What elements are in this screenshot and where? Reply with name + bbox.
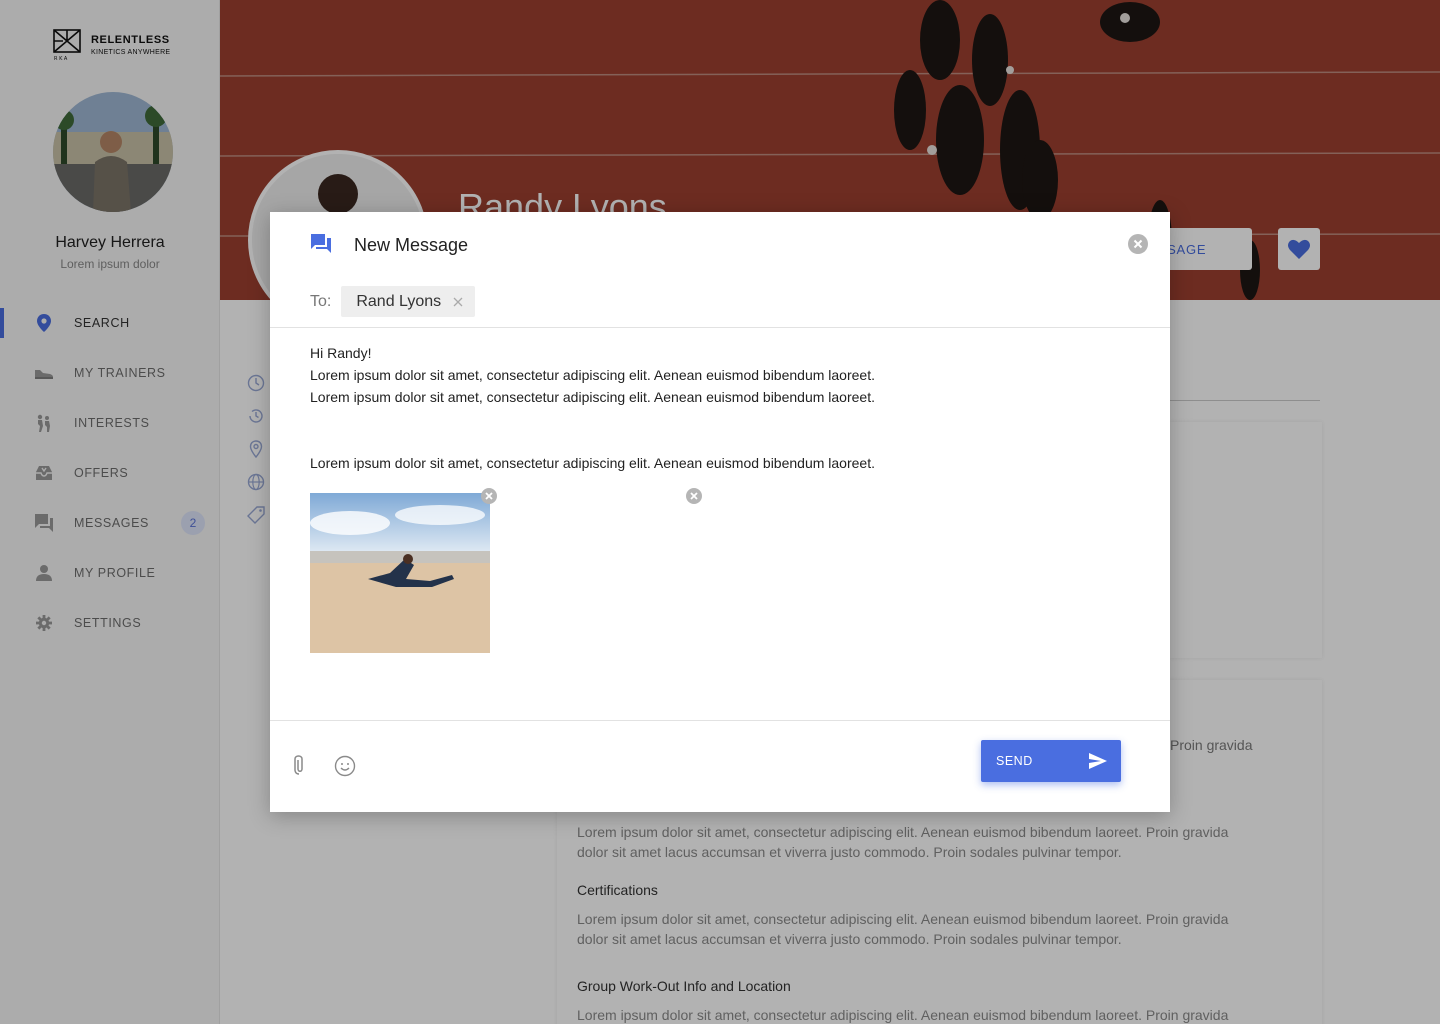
message-line: Lorem ipsum dolor sit amet, consectetur … — [310, 367, 875, 383]
send-button[interactable]: SEND — [981, 740, 1121, 782]
send-arrow-icon — [1089, 753, 1107, 769]
paperclip-icon[interactable] — [291, 753, 313, 777]
message-line: Lorem ipsum dolor sit amet, consectetur … — [310, 455, 875, 471]
close-icon[interactable] — [1128, 234, 1148, 254]
message-body[interactable]: Hi Randy! Lorem ipsum dolor sit amet, co… — [310, 342, 1130, 408]
dialog-title: New Message — [354, 235, 469, 255]
message-body-continued[interactable]: Lorem ipsum dolor sit amet, consectetur … — [310, 452, 1130, 474]
header-divider — [270, 327, 1170, 328]
dialog-header: New Message — [270, 212, 1170, 278]
to-label: To: — [310, 292, 332, 310]
recipient-name: Rand Lyons — [356, 292, 442, 310]
remove-recipient-icon[interactable] — [453, 297, 463, 307]
remove-attachment-icon[interactable] — [481, 488, 497, 504]
chat-bubbles-icon — [311, 234, 331, 253]
message-greeting: Hi Randy! — [310, 345, 372, 361]
new-message-dialog: New Message To: Rand Lyons Hi Randy! Lor… — [270, 212, 1170, 812]
footer-divider — [270, 720, 1170, 721]
send-label: SEND — [996, 754, 1033, 768]
emoji-icon[interactable] — [334, 755, 356, 777]
message-line: Lorem ipsum dolor sit amet, consectetur … — [310, 389, 875, 405]
recipient-chip[interactable]: Rand Lyons — [341, 286, 476, 317]
recipient-row: To: Rand Lyons — [310, 286, 476, 317]
remove-attachment-icon[interactable] — [686, 488, 702, 504]
attachment-thumbnail[interactable] — [310, 493, 490, 653]
